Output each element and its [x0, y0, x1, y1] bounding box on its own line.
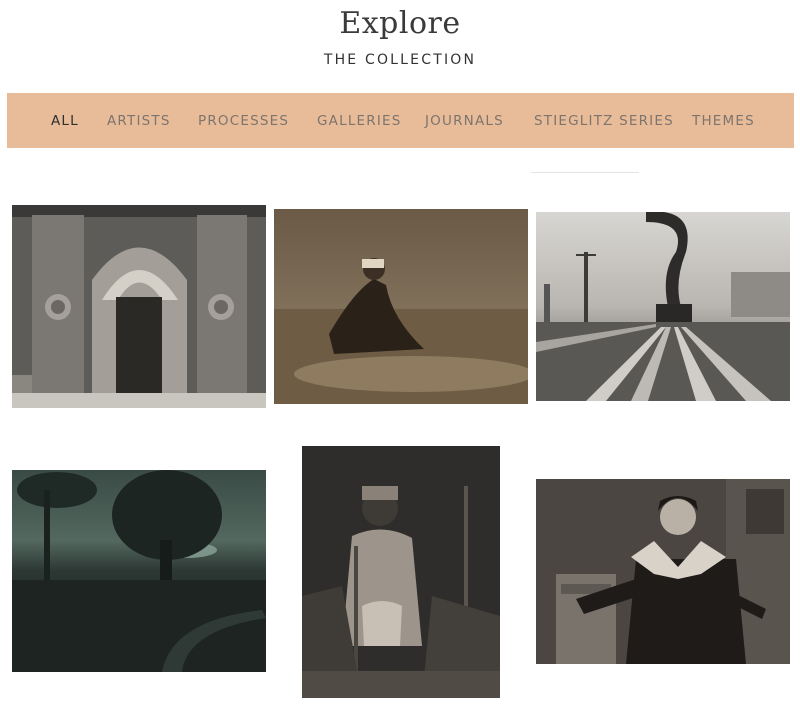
photo-child-portrait[interactable]	[536, 479, 790, 664]
filter-nav: ALL ARTISTS PROCESSES GALLERIES JOURNALS…	[7, 93, 794, 148]
nav-item-artists[interactable]: ARTISTS	[107, 113, 171, 129]
photo-night-landscape[interactable]	[12, 470, 266, 672]
nav-item-themes[interactable]: THEMES	[692, 113, 755, 129]
photo-railway[interactable]	[536, 212, 790, 401]
photo-doorway[interactable]	[12, 205, 266, 408]
nav-divider	[531, 172, 639, 173]
nav-item-processes[interactable]: PROCESSES	[198, 113, 289, 129]
photo-costumed-portrait[interactable]	[302, 446, 500, 698]
page-subtitle: THE COLLECTION	[323, 52, 477, 68]
nav-item-journals[interactable]: JOURNALS	[425, 113, 504, 129]
nav-item-stieglitz-series[interactable]: STIEGLITZ SERIES	[534, 113, 674, 129]
nav-item-all[interactable]: ALL	[51, 113, 79, 129]
photo-woman-in-field[interactable]	[274, 209, 528, 404]
nav-item-galleries[interactable]: GALLERIES	[317, 113, 402, 129]
page-title: Explore	[339, 6, 461, 41]
